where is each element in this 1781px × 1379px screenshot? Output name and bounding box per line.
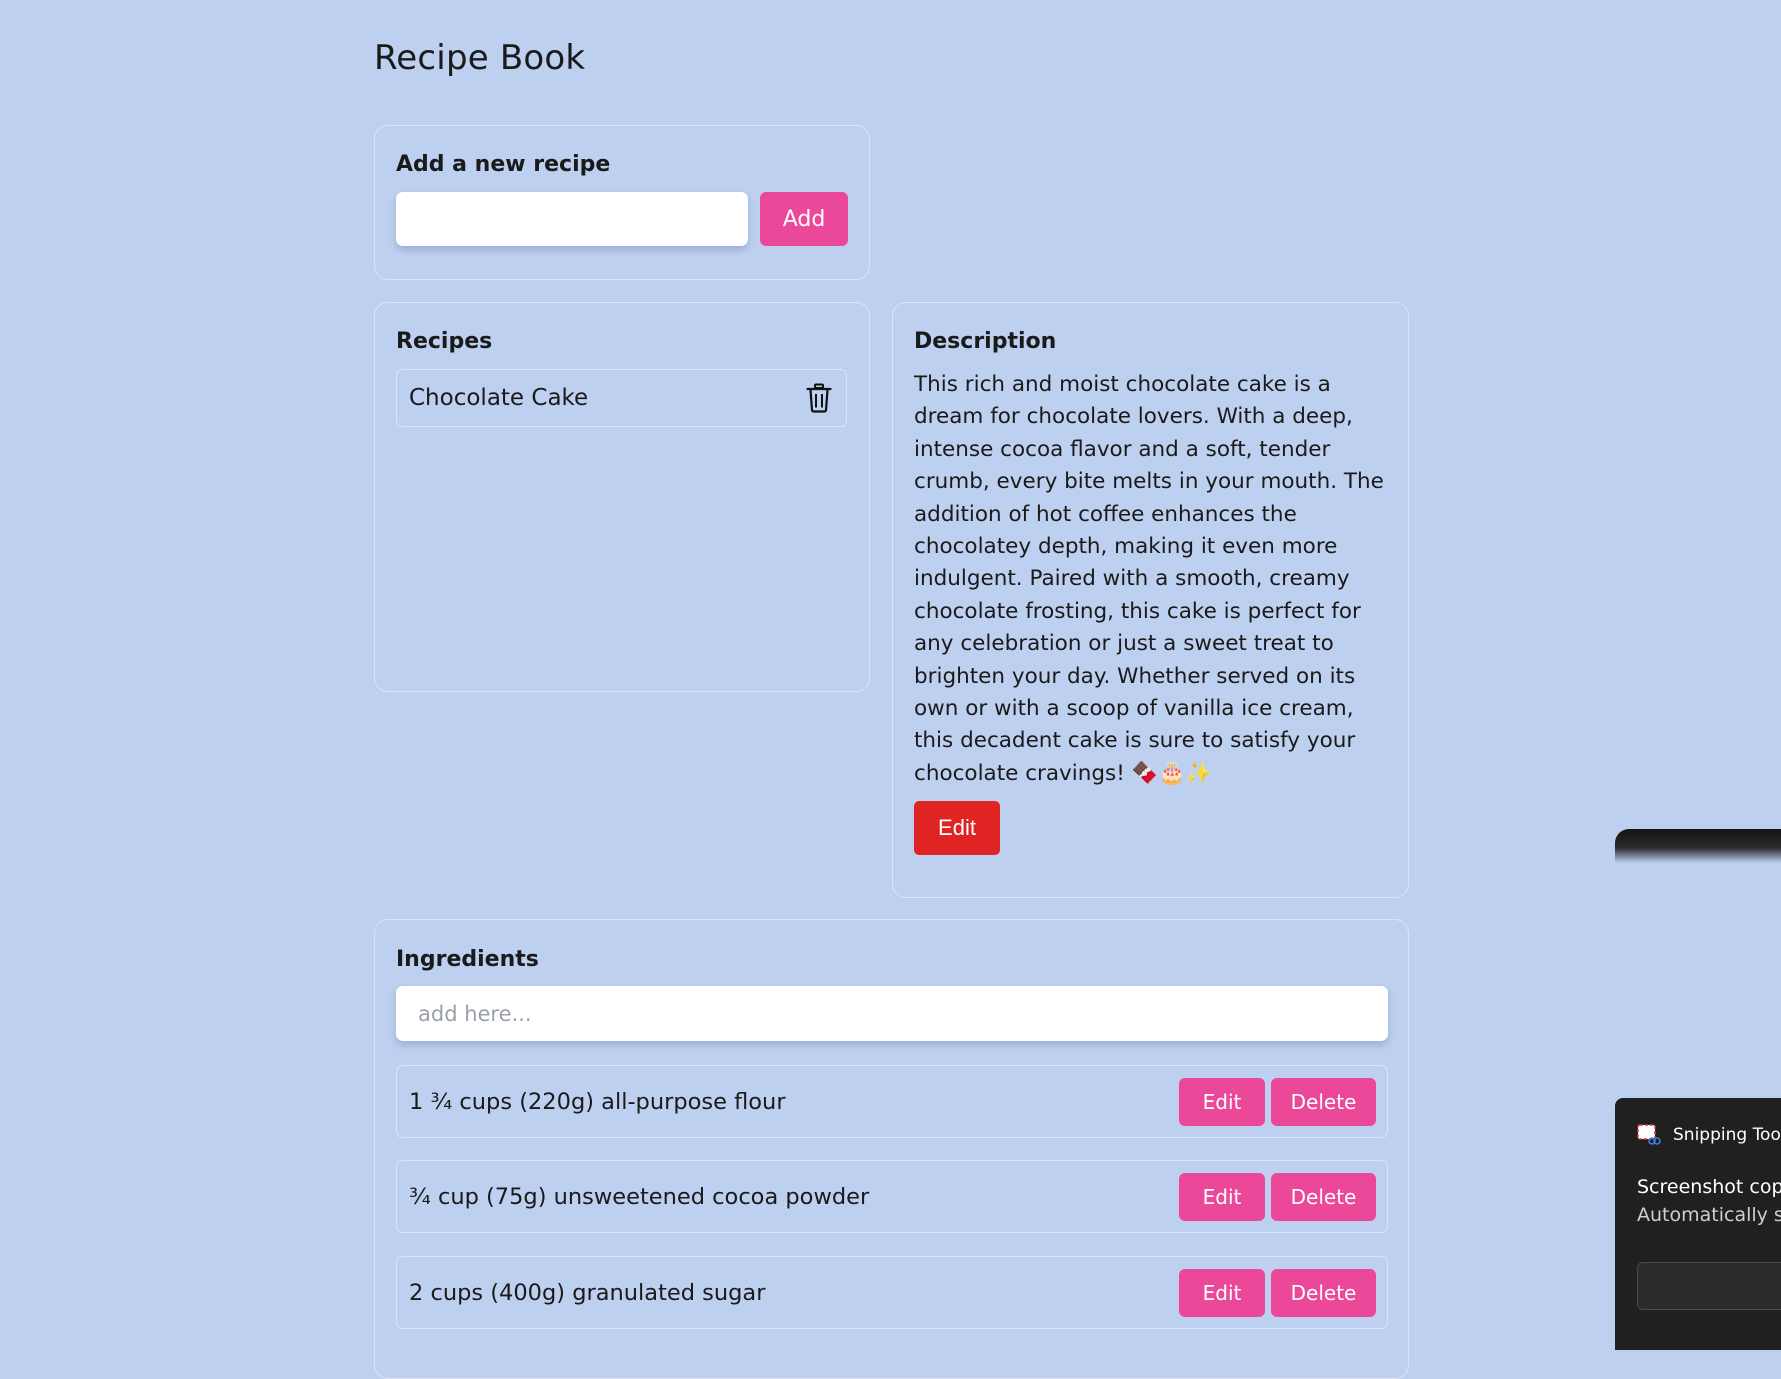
edit-ingredient-button[interactable]: Edit — [1179, 1172, 1265, 1221]
recipe-name-input[interactable] — [396, 192, 748, 246]
edit-ingredient-button[interactable]: Edit — [1179, 1268, 1265, 1317]
description-text: This rich and moist chocolate cake is a … — [914, 372, 1384, 786]
notification-app-name: Snipping Too — [1673, 1125, 1781, 1145]
delete-ingredient-button[interactable]: Delete — [1271, 1172, 1376, 1221]
ingredient-text: 1 ¾ cups (220g) all-purpose flour — [409, 1088, 786, 1115]
overlay-window-edge — [1615, 829, 1781, 863]
ingredient-row: 2 cups (400g) granulated sugar Edit Dele… — [396, 1256, 1388, 1329]
snipping-tool-notification[interactable]: Snipping Too Screenshot cop Automaticall… — [1615, 1098, 1781, 1350]
add-recipe-button[interactable]: Add — [760, 192, 848, 246]
page-title: Recipe Book — [374, 38, 586, 78]
edit-ingredient-button[interactable]: Edit — [1179, 1077, 1265, 1126]
add-recipe-heading: Add a new recipe — [396, 152, 611, 177]
delete-ingredient-button[interactable]: Delete — [1271, 1077, 1376, 1126]
recipe-name: Chocolate Cake — [409, 385, 589, 411]
ingredient-text: 2 cups (400g) granulated sugar — [409, 1279, 766, 1306]
notification-app-header: Snipping Too — [1637, 1124, 1781, 1146]
ingredients-card: Ingredients add here... 1 ¾ cups (220g) … — [374, 919, 1409, 1379]
ingredients-heading: Ingredients — [396, 947, 539, 972]
snipping-tool-icon — [1637, 1124, 1661, 1146]
add-recipe-card: Add a new recipe Add — [374, 125, 870, 280]
ingredient-text: ¾ cup (75g) unsweetened cocoa powder — [409, 1183, 870, 1210]
recipe-list-item[interactable]: Chocolate Cake — [396, 369, 847, 427]
edit-description-button[interactable]: Edit — [914, 801, 1000, 855]
delete-ingredient-button[interactable]: Delete — [1271, 1268, 1376, 1317]
recipes-card: Recipes Chocolate Cake — [374, 302, 870, 692]
recipes-heading: Recipes — [396, 329, 493, 354]
notification-action-button[interactable] — [1637, 1262, 1781, 1310]
description-card: Description This rich and moist chocolat… — [892, 302, 1409, 898]
notification-title: Screenshot cop — [1637, 1176, 1781, 1198]
ingredient-input[interactable]: add here... — [396, 986, 1388, 1041]
description-heading: Description — [914, 329, 1057, 354]
ingredient-row: ¾ cup (75g) unsweetened cocoa powder Edi… — [396, 1160, 1388, 1233]
trash-icon[interactable] — [806, 383, 832, 413]
ingredient-row: 1 ¾ cups (220g) all-purpose flour Edit D… — [396, 1065, 1388, 1138]
notification-subtitle: Automatically s — [1637, 1204, 1781, 1226]
